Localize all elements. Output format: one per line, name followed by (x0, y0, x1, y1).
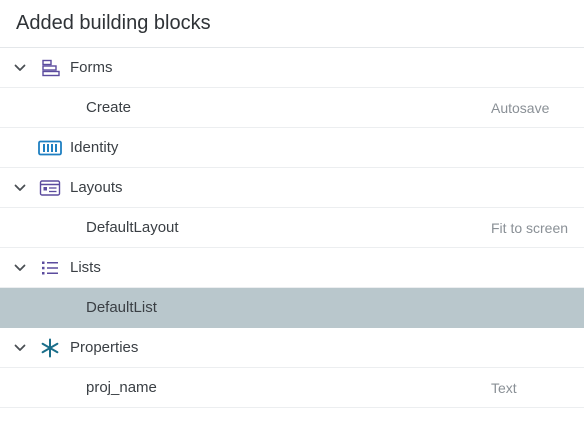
identity-icon (38, 128, 62, 168)
chevron-down-icon[interactable] (12, 48, 28, 88)
tree-item-meta: Autosave (491, 99, 550, 116)
tree-group-properties[interactable]: Properties (0, 328, 584, 368)
chevron-down-icon[interactable] (12, 248, 28, 288)
forms-icon (38, 48, 62, 88)
tree-group-label: Properties (70, 338, 139, 356)
tree-item-meta: Fit to screen (491, 219, 569, 236)
properties-icon (38, 328, 62, 368)
tree-group-layouts[interactable]: Layouts (0, 168, 584, 208)
layouts-icon (38, 168, 62, 208)
tree-item-proj-name[interactable]: proj_name Text (0, 368, 584, 408)
tree-item-defaultlayout[interactable]: DefaultLayout Fit to screen (0, 208, 584, 248)
building-blocks-panel: Added building blocks Forms Create Autos… (0, 0, 584, 432)
chevron-down-icon[interactable] (12, 328, 28, 368)
tree-group-identity[interactable]: Identity (0, 128, 584, 168)
chevron-down-icon[interactable] (12, 168, 28, 208)
panel-title: Added building blocks (0, 0, 584, 48)
tree-group-label: Lists (70, 258, 101, 276)
tree-item-label: Create (86, 98, 132, 116)
tree-group-label: Layouts (70, 178, 123, 196)
tree-group-label: Identity (70, 138, 119, 156)
tree-item-label: proj_name (86, 378, 157, 396)
lists-icon (38, 248, 62, 288)
tree-item-meta: Text (491, 379, 517, 396)
tree-group-lists[interactable]: Lists (0, 248, 584, 288)
tree-group-label: Forms (70, 58, 113, 76)
tree-item-create[interactable]: Create Autosave (0, 88, 584, 128)
tree-item-defaultlist[interactable]: DefaultList (0, 288, 584, 328)
tree-group-forms[interactable]: Forms (0, 48, 584, 88)
tree-item-label: DefaultList (86, 298, 157, 316)
tree-item-label: DefaultLayout (86, 218, 179, 236)
